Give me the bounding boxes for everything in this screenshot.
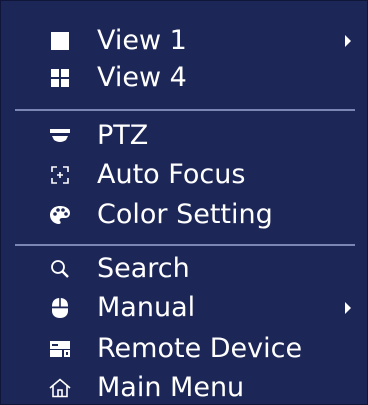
menu-item-search[interactable]: Search bbox=[1, 248, 367, 290]
menu-item-view-1[interactable]: View 1 bbox=[1, 20, 367, 62]
menu-separator bbox=[15, 109, 355, 111]
quad-grid-icon bbox=[49, 67, 71, 89]
menu-item-label: Color Setting bbox=[97, 199, 273, 230]
menu-item-main-menu[interactable]: Main Menu bbox=[1, 367, 367, 404]
palette-icon bbox=[49, 204, 71, 226]
remote-device-icon bbox=[49, 338, 71, 360]
menu-item-ptz[interactable]: PTZ bbox=[1, 115, 367, 157]
menu-item-label: Main Menu bbox=[97, 372, 245, 403]
submenu-arrow-icon bbox=[345, 35, 351, 47]
submenu-arrow-icon bbox=[345, 302, 351, 314]
search-icon bbox=[49, 258, 71, 280]
menu-item-label: Remote Device bbox=[97, 333, 303, 364]
menu-item-label: View 1 bbox=[97, 25, 187, 56]
menu-item-label: Search bbox=[97, 253, 190, 284]
ptz-camera-icon bbox=[49, 125, 71, 147]
menu-item-view-4[interactable]: View 4 bbox=[1, 57, 367, 99]
menu-item-remote-device[interactable]: Remote Device bbox=[1, 328, 367, 370]
mouse-icon bbox=[49, 297, 71, 319]
menu-item-label: View 4 bbox=[97, 62, 187, 93]
menu-item-label: Auto Focus bbox=[97, 159, 246, 190]
menu-separator bbox=[15, 244, 355, 246]
menu-item-label: PTZ bbox=[97, 120, 149, 151]
square-icon bbox=[49, 30, 71, 52]
menu-item-auto-focus[interactable]: Auto Focus bbox=[1, 154, 367, 196]
home-icon bbox=[49, 377, 71, 399]
menu-item-color-setting[interactable]: Color Setting bbox=[1, 194, 367, 236]
focus-icon bbox=[49, 164, 71, 186]
context-menu: View 1 View 4 PTZ Auto Focus Color Setti… bbox=[0, 0, 368, 405]
menu-item-label: Manual bbox=[97, 292, 196, 323]
menu-item-manual[interactable]: Manual bbox=[1, 287, 367, 329]
